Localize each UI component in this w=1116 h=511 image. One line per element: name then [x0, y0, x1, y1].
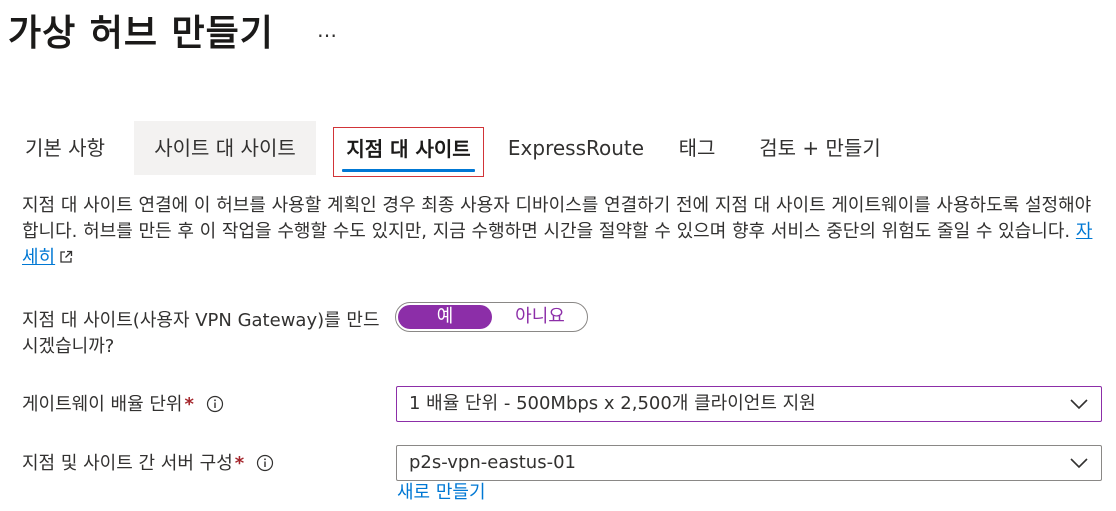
- server-config-dropdown[interactable]: p2s-vpn-eastus-01: [396, 445, 1102, 481]
- toggle-option-no[interactable]: 아니요: [494, 305, 586, 329]
- tab-tags[interactable]: 태그: [668, 121, 726, 175]
- p2s-toggle-label: 지점 대 사이트(사용자 VPN Gateway)를 만드시겠습니까?: [22, 310, 380, 357]
- p2s-toggle[interactable]: 예 아니요: [395, 302, 588, 332]
- info-icon[interactable]: [256, 454, 274, 472]
- tab-bar: 기본 사항 사이트 대 사이트 지점 대 사이트 ExpressRoute 태그…: [0, 121, 1116, 177]
- toggle-option-yes[interactable]: 예: [398, 305, 492, 329]
- required-mark: *: [184, 394, 194, 415]
- create-new-link[interactable]: 새로 만들기: [397, 480, 486, 506]
- info-icon[interactable]: [206, 395, 224, 413]
- chevron-down-icon: [1070, 399, 1088, 410]
- tab-review-create[interactable]: 검토 + 만들기: [744, 121, 896, 175]
- server-config-value: p2s-vpn-eastus-01: [409, 452, 576, 473]
- chevron-down-icon: [1070, 458, 1088, 469]
- scale-unit-dropdown[interactable]: 1 배율 단위 - 500Mbps x 2,500개 클라이언트 지원: [396, 386, 1102, 422]
- more-options-button[interactable]: …: [317, 18, 338, 42]
- external-link-icon[interactable]: [59, 250, 73, 264]
- scale-unit-label: 게이트웨이 배율 단위: [22, 394, 183, 415]
- scale-unit-label-row: 게이트웨이 배율 단위 *: [22, 392, 224, 418]
- page-title: 가상 허브 만들기: [8, 13, 274, 54]
- tab-basics[interactable]: 기본 사항: [10, 121, 120, 175]
- tab-expressroute[interactable]: ExpressRoute: [502, 121, 650, 175]
- scale-unit-value: 1 배율 단위 - 500Mbps x 2,500개 클라이언트 지원: [409, 393, 816, 414]
- tab-site-to-site[interactable]: 사이트 대 사이트: [134, 121, 316, 175]
- server-config-label-row: 지점 및 사이트 간 서버 구성 *: [22, 451, 274, 477]
- description: 지점 대 사이트 연결에 이 허브를 사용할 계획인 경우 최종 사용자 디바이…: [22, 193, 1106, 271]
- required-mark: *: [234, 453, 245, 474]
- tab-point-to-site-label: 지점 대 사이트: [346, 137, 471, 161]
- description-text: 지점 대 사이트 연결에 이 허브를 사용할 계획인 경우 최종 사용자 디바이…: [22, 195, 1092, 242]
- server-config-label: 지점 및 사이트 간 서버 구성: [22, 453, 233, 474]
- tab-point-to-site[interactable]: 지점 대 사이트: [333, 127, 484, 177]
- selected-tab-indicator: [342, 169, 475, 172]
